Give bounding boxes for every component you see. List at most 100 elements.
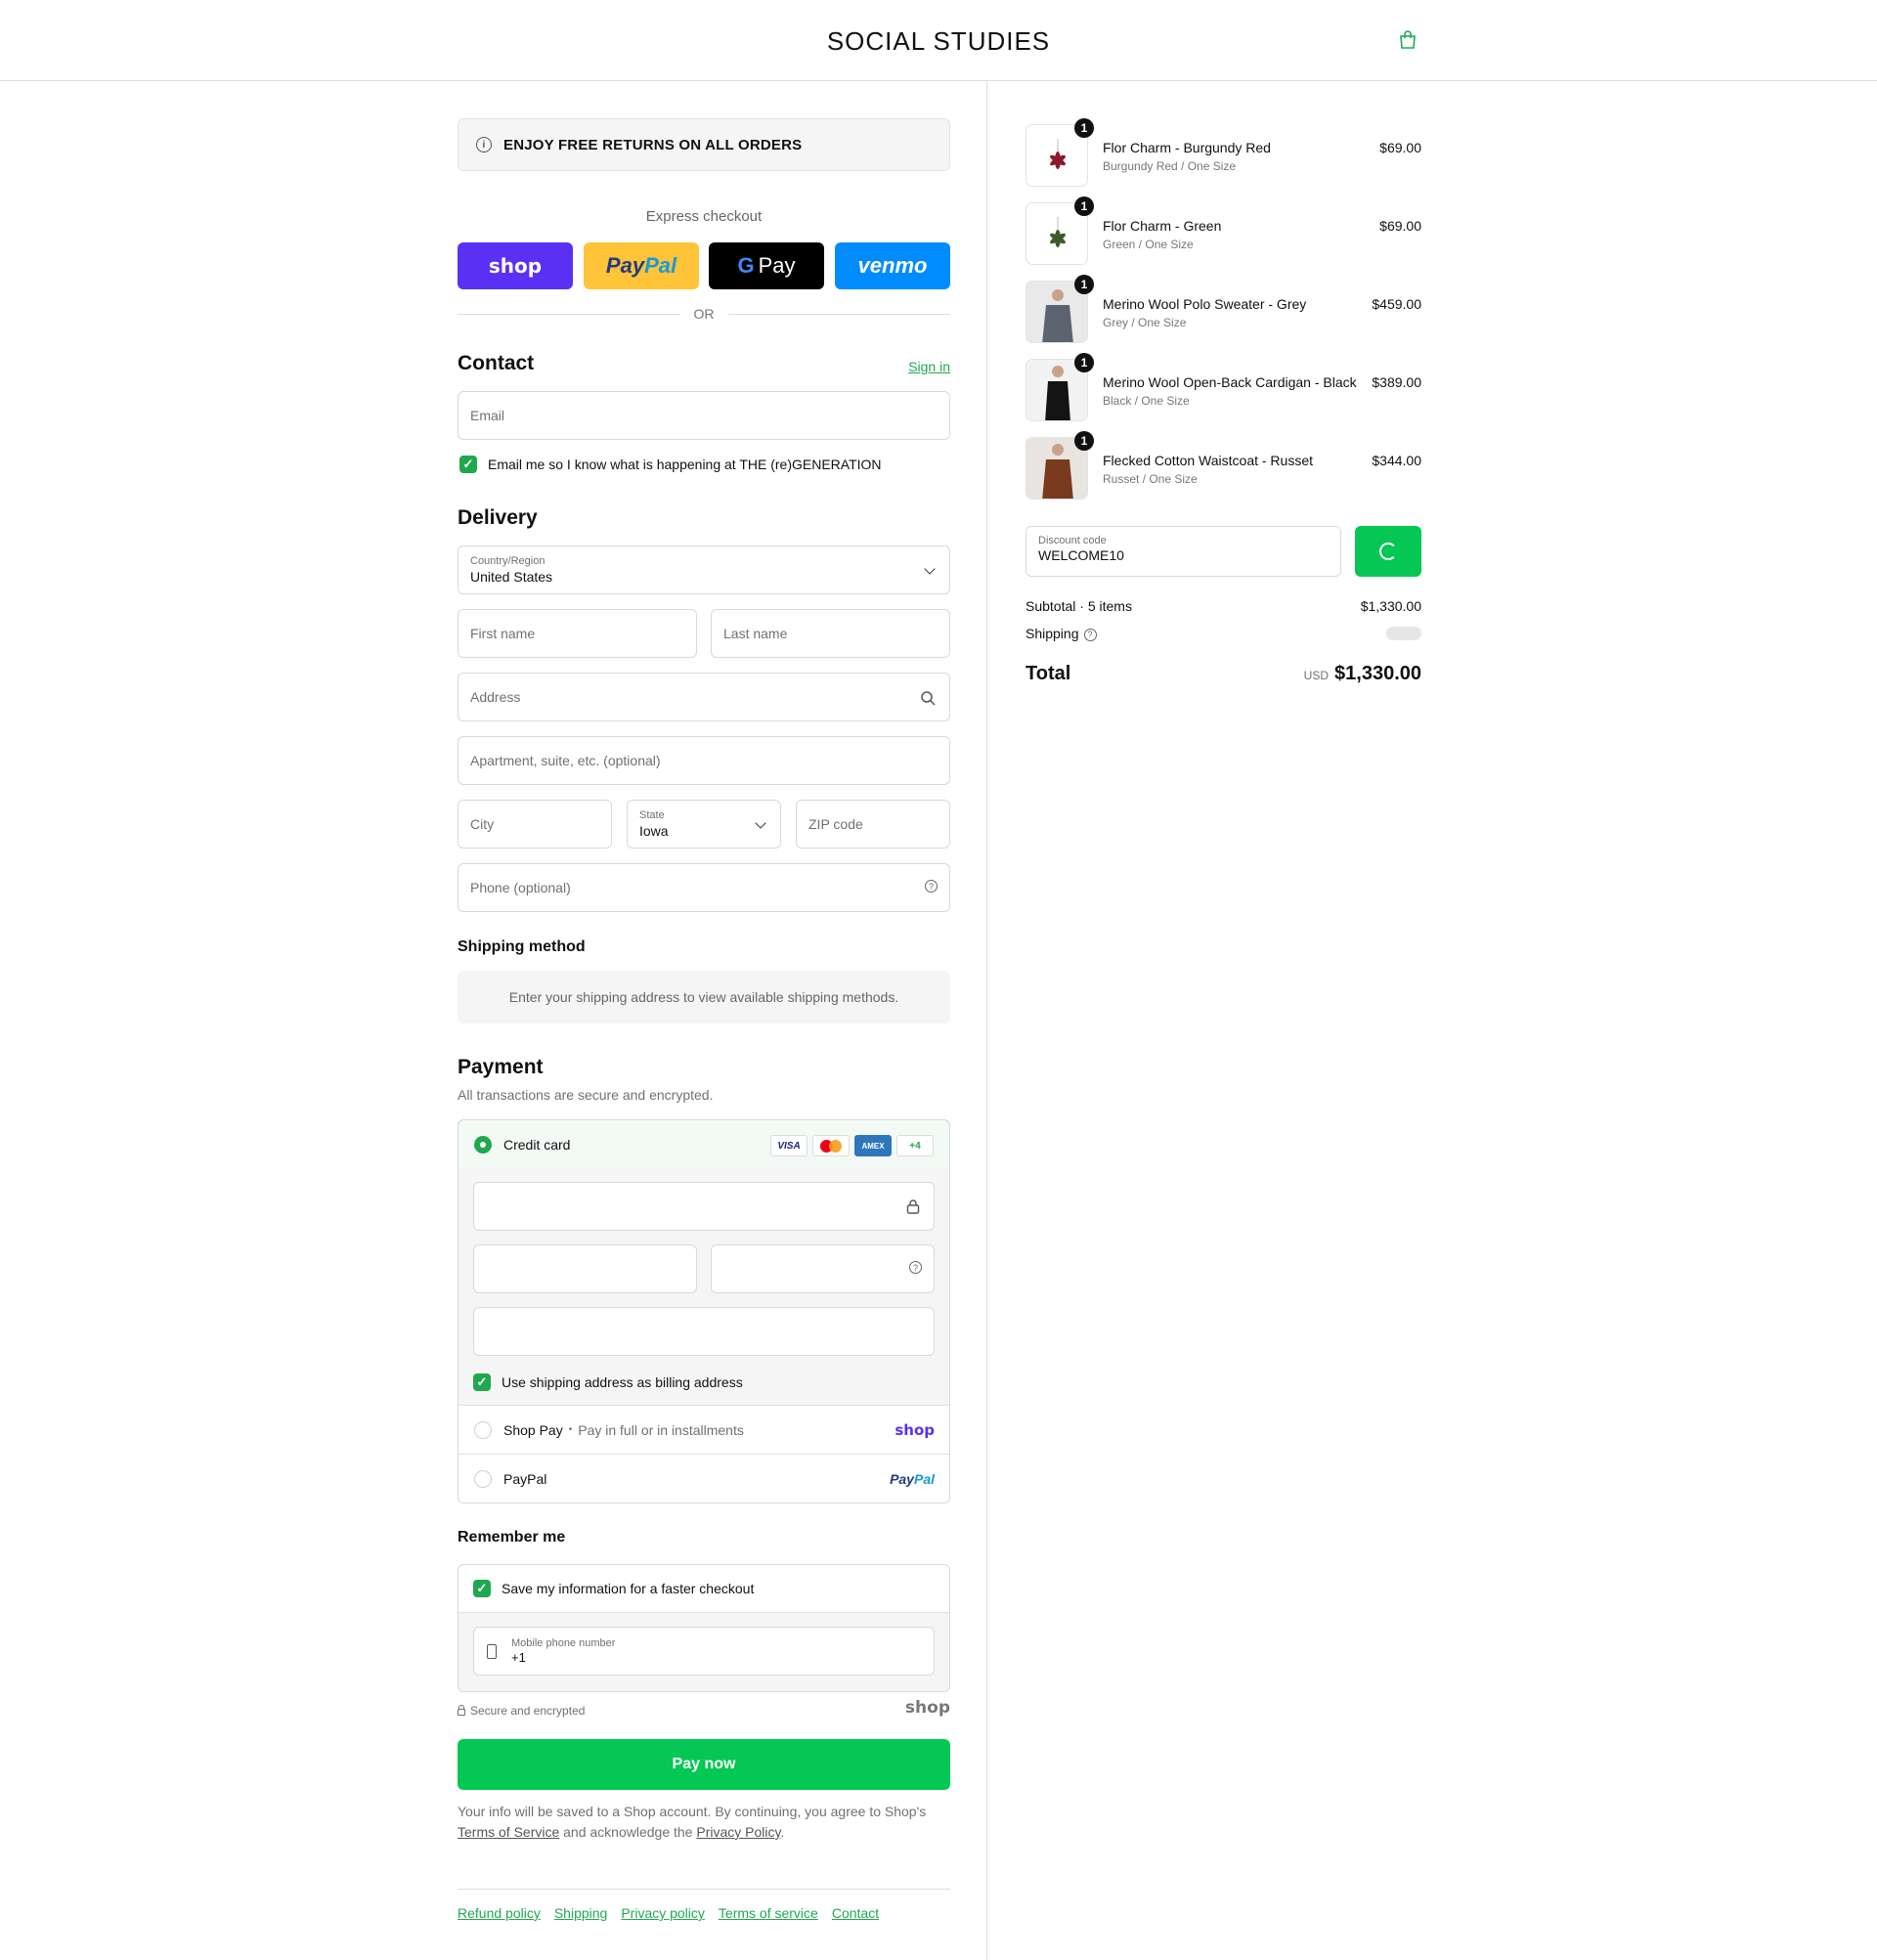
email-field[interactable]: Email <box>458 391 950 440</box>
apartment-placeholder: Apartment, suite, etc. (optional) <box>470 753 661 768</box>
paypal-logo: PayPal <box>890 1471 935 1487</box>
venmo-button[interactable]: venmo <box>835 242 950 289</box>
amex-icon: AMEX <box>854 1135 892 1156</box>
credit-card-radio[interactable] <box>474 1135 492 1154</box>
payment-methods: Credit card VISA AMEX +4 ? ✓ Use shippin… <box>458 1119 950 1503</box>
google-pay-button[interactable]: G Pay <box>709 242 824 289</box>
remember-me-heading: Remember me <box>458 1529 566 1546</box>
sign-in-link[interactable]: Sign in <box>908 359 950 374</box>
footer-shipping[interactable]: Shipping <box>554 1905 608 1921</box>
billing-same-checkbox[interactable]: ✓ <box>473 1373 491 1391</box>
newsletter-checkbox-row[interactable]: ✓ Email me so I know what is happening a… <box>459 456 882 473</box>
mobile-phone-value: +1 <box>511 1650 526 1665</box>
address-field[interactable]: Address <box>458 673 950 721</box>
quantity-badge: 1 <box>1074 196 1094 216</box>
payment-subtitle: All transactions are secure and encrypte… <box>458 1087 714 1103</box>
chevron-down-icon <box>755 817 766 829</box>
item-variant: Grey / One Size <box>1103 316 1187 329</box>
phone-placeholder: Phone (optional) <box>470 880 571 895</box>
country-label: Country/Region <box>470 555 546 567</box>
billing-same-label: Use shipping address as billing address <box>502 1374 743 1390</box>
city-field[interactable]: City <box>458 800 612 849</box>
city-placeholder: City <box>470 816 495 832</box>
item-price: $344.00 <box>1372 453 1421 468</box>
phone-field[interactable]: Phone (optional) ? <box>458 863 950 912</box>
separator-dot: • <box>568 1424 573 1435</box>
apply-discount-button[interactable] <box>1355 526 1421 577</box>
paypal-radio[interactable] <box>474 1469 492 1488</box>
first-name-placeholder: First name <box>470 626 536 641</box>
expiration-date-field[interactable] <box>473 1244 697 1293</box>
newsletter-checkbox[interactable]: ✓ <box>459 456 477 473</box>
apartment-field[interactable]: Apartment, suite, etc. (optional) <box>458 736 950 785</box>
subtotal-value: $1,330.00 <box>1360 598 1421 614</box>
shop-logo: shop <box>904 1698 950 1718</box>
header: SOCIAL STUDIES <box>0 0 1877 81</box>
card-brand-logos: VISA AMEX +4 <box>770 1135 934 1156</box>
mobile-phone-field[interactable]: Mobile phone number +1 <box>473 1627 935 1676</box>
discount-code-value: WELCOME10 <box>1038 547 1124 563</box>
currency-code: USD <box>1303 669 1330 682</box>
save-info-label: Save my information for a faster checkou… <box>502 1581 755 1596</box>
quantity-badge: 1 <box>1074 353 1094 372</box>
visa-icon: VISA <box>770 1135 808 1156</box>
item-price: $69.00 <box>1379 140 1421 155</box>
last-name-placeholder: Last name <box>723 626 788 641</box>
state-select[interactable]: State Iowa <box>627 800 781 849</box>
footer-divider <box>458 1889 950 1890</box>
last-name-field[interactable]: Last name <box>711 609 950 658</box>
address-placeholder: Address <box>470 689 521 705</box>
charm-flower <box>1050 152 1066 169</box>
paypal-logo-pal: Pal <box>913 1470 935 1487</box>
credit-card-form: ? ✓ Use shipping address as billing addr… <box>458 1168 949 1405</box>
card-number-field[interactable] <box>473 1182 935 1231</box>
security-code-field[interactable]: ? <box>711 1244 935 1293</box>
remember-me-body: Mobile phone number +1 <box>458 1613 949 1691</box>
terms-of-service-link[interactable]: Terms of Service <box>458 1824 559 1840</box>
shop-pay-button[interactable]: shop <box>458 242 573 289</box>
country-value: United States <box>470 569 553 585</box>
shipping-value-placeholder <box>1386 627 1421 640</box>
help-icon[interactable]: ? <box>925 880 938 893</box>
legal-text: Your info will be saved to a Shop accoun… <box>458 1802 950 1843</box>
footer-refund-policy[interactable]: Refund policy <box>458 1905 541 1921</box>
delivery-heading: Delivery <box>458 506 538 529</box>
state-label: State <box>639 809 665 821</box>
footer-contact[interactable]: Contact <box>832 1905 879 1921</box>
search-icon[interactable] <box>920 690 936 706</box>
total-row: Total USD $1,330.00 <box>1026 663 1421 685</box>
paypal-button[interactable]: Pay Pal <box>584 242 699 289</box>
quantity-badge: 1 <box>1074 275 1094 294</box>
item-variant: Burgundy Red / One Size <box>1103 159 1237 173</box>
shopping-bag-icon[interactable] <box>1397 29 1419 51</box>
footer-terms-of-service[interactable]: Terms of service <box>719 1905 818 1921</box>
or-text: OR <box>693 306 715 322</box>
help-icon[interactable]: ? <box>909 1261 922 1274</box>
footer-privacy-policy[interactable]: Privacy policy <box>621 1905 705 1921</box>
save-info-checkbox[interactable]: ✓ <box>473 1580 491 1597</box>
shop-pay-option[interactable]: Shop Pay • Pay in full or in installment… <box>458 1405 949 1454</box>
save-info-row[interactable]: ✓ Save my information for a faster check… <box>458 1565 949 1613</box>
first-name-field[interactable]: First name <box>458 609 697 658</box>
credit-card-option[interactable]: Credit card VISA AMEX +4 <box>458 1120 949 1169</box>
item-name: Flor Charm - Burgundy Red <box>1103 140 1271 155</box>
zip-placeholder: ZIP code <box>808 816 863 832</box>
legal-end: . <box>780 1824 785 1840</box>
item-variant: Russet / One Size <box>1103 472 1198 486</box>
name-on-card-field[interactable] <box>473 1307 935 1356</box>
free-returns-banner: i ENJOY FREE RETURNS ON ALL ORDERS <box>458 118 950 171</box>
privacy-policy-link[interactable]: Privacy Policy <box>696 1824 780 1840</box>
store-logo[interactable]: SOCIAL STUDIES <box>0 26 1877 57</box>
paypal-pal-text: Pal <box>644 253 677 278</box>
total-value: $1,330.00 <box>1334 663 1421 684</box>
paypal-option[interactable]: PayPal PayPal <box>458 1454 949 1503</box>
mobile-phone-label: Mobile phone number <box>511 1637 616 1649</box>
billing-address-row[interactable]: ✓ Use shipping address as billing addres… <box>473 1373 743 1391</box>
paypal-label: PayPal <box>503 1470 547 1487</box>
shop-pay-radio[interactable] <box>474 1420 492 1439</box>
pay-now-button[interactable]: Pay now <box>458 1739 950 1790</box>
discount-code-field[interactable]: Discount code WELCOME10 <box>1026 526 1341 577</box>
help-icon[interactable]: ? <box>1083 628 1097 641</box>
zip-field[interactable]: ZIP code <box>796 800 950 849</box>
country-select[interactable]: Country/Region United States <box>458 545 950 594</box>
